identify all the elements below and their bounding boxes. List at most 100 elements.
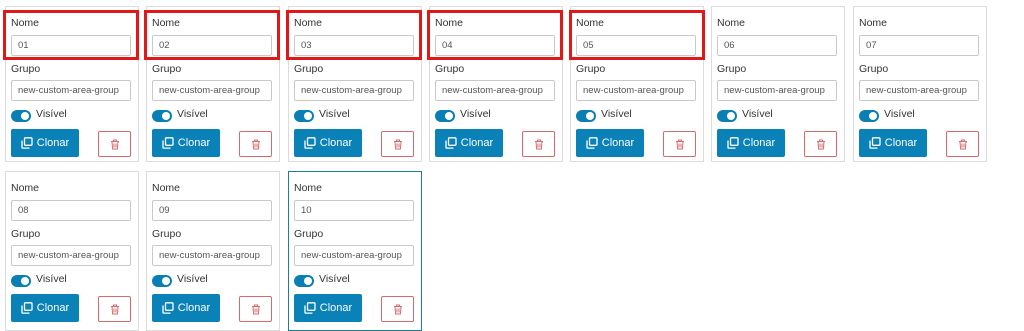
group-label: Grupo (294, 228, 324, 240)
trash-icon (110, 304, 119, 314)
name-input[interactable]: 04 (435, 35, 555, 56)
delete-button[interactable] (381, 296, 414, 322)
clone-label: Clonar (742, 137, 776, 149)
visible-toggle[interactable] (294, 275, 314, 287)
visible-toggle[interactable] (717, 110, 737, 122)
name-input[interactable]: 02 (152, 35, 272, 56)
group-input[interactable]: new-custom-area-group (294, 245, 414, 266)
group-input[interactable]: new-custom-area-group (152, 80, 272, 101)
clone-button[interactable]: Clonar (11, 129, 79, 157)
clone-label: Clonar (36, 137, 70, 149)
delete-button[interactable] (98, 296, 131, 322)
visible-label: Visível (319, 108, 350, 120)
name-input[interactable]: 10 (294, 200, 414, 221)
group-label: Grupo (576, 63, 606, 75)
clone-button[interactable]: Clonar (859, 129, 927, 157)
trash-icon (251, 139, 260, 149)
delete-button[interactable] (946, 131, 979, 157)
group-label: Grupo (717, 63, 747, 75)
clone-label: Clonar (884, 137, 918, 149)
copy-icon (304, 302, 316, 314)
trash-icon (110, 139, 119, 149)
visible-toggle[interactable] (11, 110, 31, 122)
copy-icon (162, 137, 174, 149)
delete-button[interactable] (239, 296, 272, 322)
group-input[interactable]: new-custom-area-group (11, 245, 131, 266)
group-input[interactable]: new-custom-area-group (11, 80, 131, 101)
name-label: Nome (717, 17, 746, 29)
area-card-05: Nome 05 Grupo new-custom-area-group Visí… (570, 6, 704, 162)
copy-icon (304, 137, 316, 149)
clone-label: Clonar (177, 302, 211, 314)
name-label: Nome (435, 17, 464, 29)
clone-button[interactable]: Clonar (294, 294, 362, 322)
clone-label: Clonar (177, 137, 211, 149)
name-label: Nome (294, 17, 323, 29)
visible-label: Visível (177, 273, 208, 285)
name-input[interactable]: 03 (294, 35, 414, 56)
delete-button[interactable] (804, 131, 837, 157)
trash-icon (675, 139, 684, 149)
clone-button[interactable]: Clonar (11, 294, 79, 322)
name-label: Nome (11, 182, 40, 194)
name-input[interactable]: 07 (859, 35, 979, 56)
delete-button[interactable] (522, 131, 555, 157)
trash-icon (393, 304, 402, 314)
visible-toggle[interactable] (576, 110, 596, 122)
clone-button[interactable]: Clonar (435, 129, 503, 157)
visible-label: Visível (36, 273, 67, 285)
visible-toggle[interactable] (435, 110, 455, 122)
visible-label: Visível (460, 108, 491, 120)
group-label: Grupo (435, 63, 465, 75)
group-input[interactable]: new-custom-area-group (576, 80, 696, 101)
visible-toggle[interactable] (859, 110, 879, 122)
group-label: Grupo (152, 63, 182, 75)
name-input[interactable]: 09 (152, 200, 272, 221)
name-input[interactable]: 01 (11, 35, 131, 56)
visible-toggle[interactable] (11, 275, 31, 287)
group-input[interactable]: new-custom-area-group (435, 80, 555, 101)
visible-label: Visível (742, 108, 773, 120)
copy-icon (586, 137, 598, 149)
name-input[interactable]: 08 (11, 200, 131, 221)
visible-label: Visível (601, 108, 632, 120)
area-card-08: Nome 08 Grupo new-custom-area-group Visí… (5, 171, 139, 331)
visible-toggle[interactable] (152, 110, 172, 122)
group-input[interactable]: new-custom-area-group (859, 80, 979, 101)
visible-toggle[interactable] (294, 110, 314, 122)
group-label: Grupo (152, 228, 182, 240)
group-label: Grupo (294, 63, 324, 75)
delete-button[interactable] (98, 131, 131, 157)
area-card-07: Nome 07 Grupo new-custom-area-group Visí… (853, 6, 987, 162)
clone-label: Clonar (460, 137, 494, 149)
clone-button[interactable]: Clonar (152, 129, 220, 157)
delete-button[interactable] (381, 131, 414, 157)
trash-icon (534, 139, 543, 149)
name-input[interactable]: 05 (576, 35, 696, 56)
copy-icon (727, 137, 739, 149)
clone-button[interactable]: Clonar (576, 129, 644, 157)
area-card-06: Nome 06 Grupo new-custom-area-group Visí… (711, 6, 845, 162)
trash-icon (958, 139, 967, 149)
group-input[interactable]: new-custom-area-group (152, 245, 272, 266)
clone-button[interactable]: Clonar (152, 294, 220, 322)
delete-button[interactable] (663, 131, 696, 157)
clone-button[interactable]: Clonar (294, 129, 362, 157)
clone-button[interactable]: Clonar (717, 129, 785, 157)
delete-button[interactable] (239, 131, 272, 157)
visible-toggle[interactable] (152, 275, 172, 287)
name-input[interactable]: 06 (717, 35, 837, 56)
visible-label: Visível (36, 108, 67, 120)
visible-label: Visível (177, 108, 208, 120)
copy-icon (21, 302, 33, 314)
name-label: Nome (294, 182, 323, 194)
group-input[interactable]: new-custom-area-group (717, 80, 837, 101)
copy-icon (445, 137, 457, 149)
group-input[interactable]: new-custom-area-group (294, 80, 414, 101)
trash-icon (251, 304, 260, 314)
clone-label: Clonar (319, 137, 353, 149)
trash-icon (393, 139, 402, 149)
area-card-02: Nome 02 Grupo new-custom-area-group Visí… (146, 6, 280, 162)
trash-icon (816, 139, 825, 149)
area-card-01: Nome 01 Grupo new-custom-area-group Visí… (5, 6, 139, 162)
